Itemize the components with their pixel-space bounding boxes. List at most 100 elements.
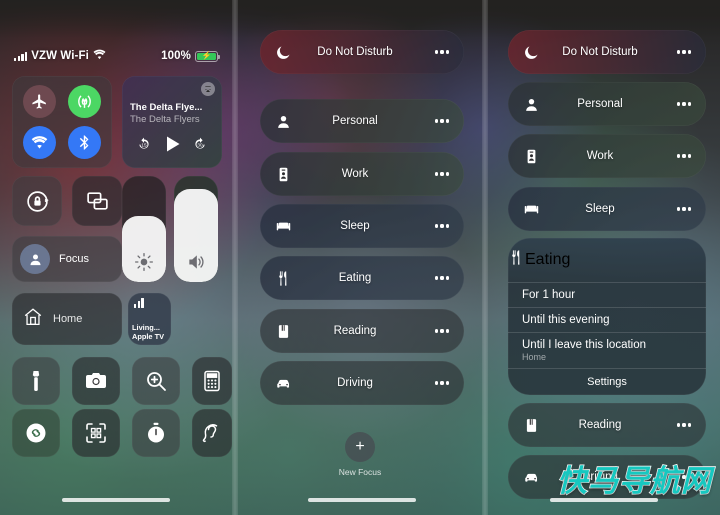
person-icon — [20, 244, 50, 274]
focus-mode-row-work[interactable]: Work — [260, 152, 464, 196]
status-bar-left: VZW Wi-Fi — [14, 47, 106, 65]
carrier-label: VZW Wi-Fi — [31, 50, 89, 62]
fork-knife-icon — [508, 249, 525, 271]
more-dots-icon[interactable] — [420, 172, 464, 176]
focus-duration-option[interactable]: Until I leave this location Home — [508, 332, 706, 368]
airplane-mode-button[interactable] — [23, 85, 56, 118]
play-icon[interactable] — [162, 134, 182, 159]
option-title: For 1 hour — [522, 289, 576, 301]
eating-focus-card: Eating For 1 hour Until this evening Until… — [508, 238, 706, 395]
brightness-slider-fill — [122, 216, 166, 282]
more-dots-icon[interactable] — [662, 154, 706, 158]
airplane-icon — [32, 94, 46, 109]
focus-mode-row-eating[interactable]: Eating — [260, 256, 464, 300]
focus-mode-row-personal[interactable]: Personal — [508, 82, 706, 126]
rotation-lock-button[interactable] — [12, 176, 62, 226]
flashlight-button[interactable] — [12, 357, 60, 405]
focus-mode-label: Work — [586, 150, 614, 162]
track-title: The Delta Flye... — [130, 102, 203, 113]
flashlight-icon — [12, 357, 60, 405]
more-dots-icon[interactable] — [420, 381, 464, 385]
screen-mirroring-icon — [72, 176, 122, 226]
focus-mode-row-sleep[interactable]: Sleep — [260, 204, 464, 248]
eating-card-header[interactable]: Eating — [508, 238, 706, 282]
camera-button[interactable] — [72, 357, 120, 405]
focus-duration-options: For 1 hour Until this evening Until I leav… — [508, 282, 706, 368]
focus-mode-row-do-not-disturb[interactable]: Do Not Disturb — [260, 30, 464, 74]
panel-divider-1 — [232, 0, 238, 515]
qr-scanner-icon — [72, 409, 120, 457]
svg-text:15: 15 — [142, 143, 148, 148]
home-tile-label: Home — [53, 313, 83, 325]
focus-mode-label: Eating — [338, 272, 372, 284]
new-focus-button[interactable]: + New Focus — [240, 432, 480, 477]
hearing-button[interactable] — [192, 409, 232, 457]
magnifier-icon — [132, 357, 180, 405]
more-dots-icon[interactable] — [662, 207, 706, 211]
status-bar-right: 100% ⚡ — [161, 50, 220, 62]
focus-mode-label: Personal — [332, 115, 378, 127]
focus-mode-label: Sleep — [585, 203, 615, 215]
apple-tv-tile[interactable]: Living... Apple TV — [128, 293, 171, 345]
more-dots-icon[interactable] — [420, 276, 464, 280]
home-indicator[interactable] — [308, 498, 416, 502]
focus-mode-row-sleep[interactable]: Sleep — [508, 187, 706, 231]
apple-tv-room: Living... — [132, 322, 160, 332]
site-watermark: 快马导航网 — [556, 464, 712, 499]
wifi-icon — [93, 47, 106, 65]
focus-mode-label: Do Not Disturb — [562, 46, 638, 58]
home-tile[interactable]: Home — [12, 293, 122, 345]
wifi-button[interactable] — [23, 126, 56, 159]
cellular-bars-icon — [14, 51, 28, 61]
focus-settings-button[interactable]: Settings — [508, 368, 706, 395]
focus-mode-row-do-not-disturb[interactable]: Do Not Disturb — [508, 30, 706, 74]
code-scanner-button[interactable] — [72, 409, 120, 457]
focus-mode-row-work[interactable]: Work — [508, 134, 706, 178]
brightness-slider[interactable] — [122, 176, 166, 282]
shazam-button[interactable] — [12, 409, 60, 457]
option-title: Until I leave this location — [522, 339, 647, 351]
more-dots-icon[interactable] — [420, 50, 464, 54]
more-dots-icon[interactable] — [662, 423, 706, 427]
focus-mode-row-personal[interactable]: Personal — [260, 99, 464, 143]
volume-slider[interactable] — [174, 176, 218, 282]
focus-settings-label: Settings — [587, 376, 627, 388]
cellular-data-button[interactable] — [68, 85, 101, 118]
more-dots-icon[interactable] — [420, 119, 464, 123]
home-icon — [22, 306, 44, 333]
focus-mode-row-reading[interactable]: Reading — [260, 309, 464, 353]
skip-back-15-button[interactable]: 15 — [137, 137, 151, 156]
brightness-icon — [122, 252, 166, 272]
more-dots-icon[interactable] — [662, 102, 706, 106]
speaker-icon — [174, 252, 218, 272]
focus-tile[interactable]: Focus — [12, 236, 122, 282]
focus-mode-row-driving[interactable]: Driving — [260, 361, 464, 405]
bluetooth-button[interactable] — [68, 126, 101, 159]
airplay-icon[interactable] — [201, 82, 215, 96]
more-dots-icon[interactable] — [662, 50, 706, 54]
skip-forward-30-button[interactable]: 30 — [193, 137, 207, 156]
hearing-icon — [192, 409, 232, 457]
screen-mirroring-button[interactable] — [72, 176, 122, 226]
new-focus-label: New Focus — [338, 467, 382, 477]
more-dots-icon[interactable] — [420, 329, 464, 333]
calculator-button[interactable] — [192, 357, 232, 405]
connectivity-tile — [12, 76, 112, 168]
more-dots-icon[interactable] — [420, 224, 464, 228]
now-playing-bars-icon — [134, 298, 147, 308]
magnifier-button[interactable] — [132, 357, 180, 405]
focus-expanded-panel: Do Not Disturb Personal Work Sleep Eating F… — [488, 0, 720, 515]
now-playing-tile[interactable]: The Delta Flye... The Delta Flyers 15 30 — [122, 76, 222, 168]
focus-mode-label: Do Not Disturb — [317, 46, 393, 58]
timer-button[interactable] — [132, 409, 180, 457]
focus-mode-row-reading[interactable]: Reading — [508, 403, 706, 447]
home-indicator[interactable] — [62, 498, 170, 502]
focus-duration-option[interactable]: For 1 hour — [508, 282, 706, 307]
rotation-lock-icon — [12, 176, 62, 226]
plus-icon: + — [345, 432, 375, 462]
calculator-icon — [192, 357, 232, 405]
track-artist: The Delta Flyers — [130, 114, 200, 125]
focus-mode-label: Reading — [333, 325, 377, 337]
focus-duration-option[interactable]: Until this evening — [508, 307, 706, 332]
option-subtitle: Home — [522, 352, 547, 362]
